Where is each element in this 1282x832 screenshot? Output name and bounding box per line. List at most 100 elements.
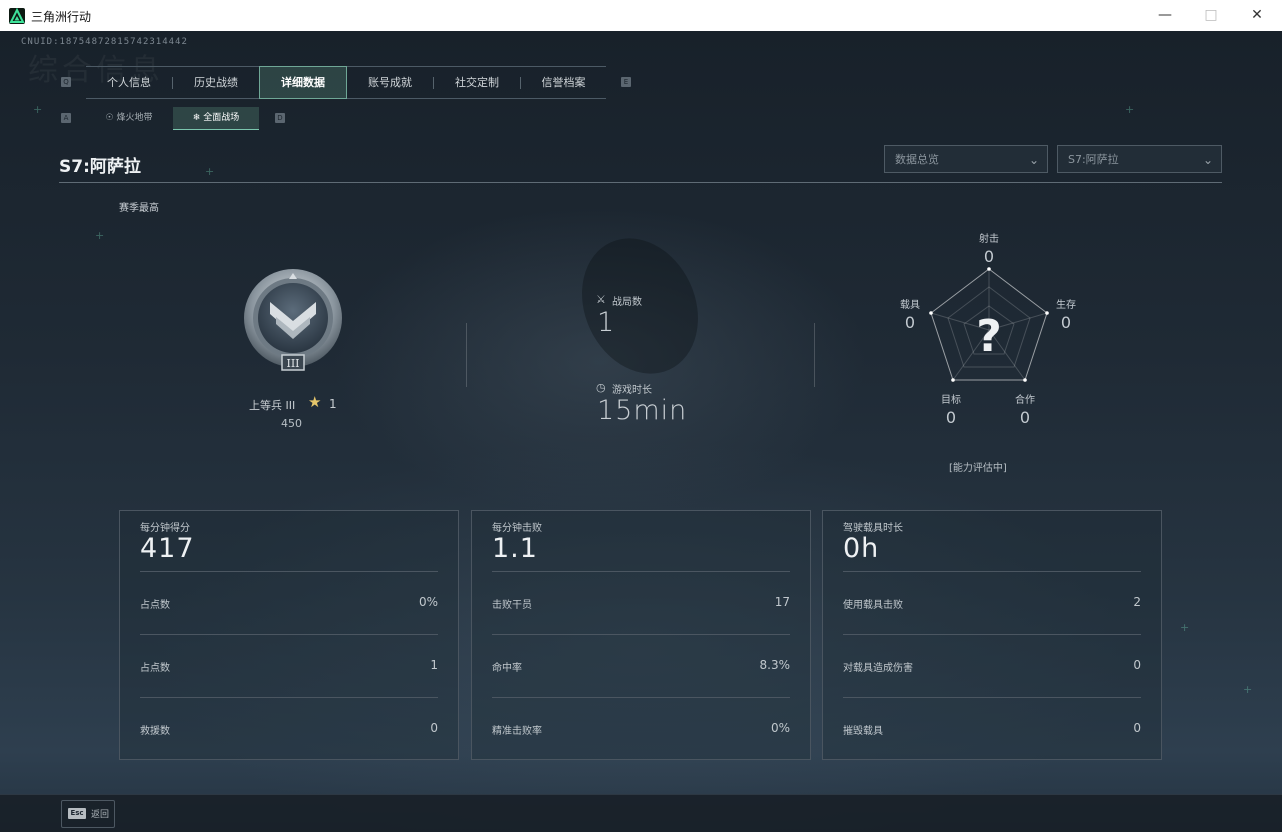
row-value: 8.3% [759, 658, 791, 672]
window-titlebar: 三角洲行动 — □ ✕ [0, 0, 1282, 32]
main-tabs: 个人信息 历史战绩 详细数据 账号成就 社交定制 信誉档案 [86, 66, 606, 99]
row-label: 精准击败率 [492, 726, 542, 737]
card-title: 每分钟击败 [492, 523, 542, 534]
bottom-bar: Esc 返回 [0, 794, 1282, 832]
row-label: 对载具造成伤害 [843, 663, 913, 674]
card-row: 救援数 0 [140, 697, 438, 761]
tab-social[interactable]: 社交定制 [434, 67, 520, 98]
card-value: 0h [843, 533, 880, 564]
clock-icon: ◷ [596, 381, 606, 394]
row-value: 0% [418, 595, 438, 609]
tab-detailed-data[interactable]: 详细数据 [259, 66, 347, 99]
tab-achievements[interactable]: 账号成就 [347, 67, 433, 98]
back-button[interactable]: Esc 返回 [61, 800, 115, 828]
minimize-button[interactable]: — [1142, 0, 1188, 31]
tab-match-history[interactable]: 历史战绩 [173, 67, 259, 98]
row-value: 0 [1133, 658, 1141, 672]
rank-badge-numeral: III [286, 357, 299, 370]
grid-plus-decor: + [1180, 621, 1190, 634]
matches-value: 1 [597, 307, 616, 338]
radar-value-objective: 0 [945, 408, 957, 427]
matches-label: 战局数 [612, 297, 642, 308]
maximize-button[interactable]: □ [1188, 0, 1234, 31]
back-label: 返回 [91, 810, 110, 820]
row-label: 占点数 [140, 600, 170, 611]
radar-status: [能力评估中] [949, 463, 1007, 474]
stat-card-vehicle: 驾驶载具时长 0h 使用载具击败 2 对载具造成伤害 0 摧毁载具 0 [822, 510, 1162, 760]
tab-prev-key: Q [61, 77, 71, 87]
radar-value-teamwork: 0 [1019, 408, 1031, 427]
chevron-down-icon: ⌄ [1028, 153, 1039, 167]
rank-score: 450 [281, 417, 302, 430]
row-label: 摧毁载具 [843, 726, 883, 737]
grid-plus-decor: + [205, 165, 215, 178]
row-label: 占点数 [140, 663, 170, 674]
row-value: 0 [430, 721, 438, 735]
view-filter-value: 数据总览 [895, 153, 939, 166]
season-title: S7:阿萨拉 [59, 157, 141, 177]
row-value: 17 [774, 595, 790, 609]
rank-badge-icon: III [242, 269, 344, 375]
row-label: 命中率 [492, 663, 522, 674]
esc-key: Esc [68, 808, 86, 819]
app-logo-icon [9, 8, 25, 24]
radar-value-survival: 0 [1060, 313, 1072, 332]
ability-radar-chart: ? [929, 267, 1049, 382]
season-filter-value: S7:阿萨拉 [1068, 153, 1119, 166]
stat-card-kills: 每分钟击败 1.1 击败干员 17 命中率 8.3% 精准击败率 0% [471, 510, 811, 760]
fire-zone-icon: ☉ [105, 113, 114, 123]
chevron-down-icon: ⌄ [1202, 153, 1213, 167]
card-row: 占点数 1 [140, 634, 438, 698]
subtab-fire-zone[interactable]: ☉ 烽火地带 [86, 107, 172, 129]
card-title: 每分钟得分 [140, 523, 190, 534]
subtab-battlefield[interactable]: ❄ 全面战场 [173, 107, 259, 130]
card-row: 使用载具击败 2 [843, 571, 1141, 635]
player-uid: CNUID:18754872815742314442 [21, 37, 188, 47]
row-label: 使用载具击败 [843, 600, 903, 611]
card-row: 击败干员 17 [492, 571, 790, 635]
tab-personal-info[interactable]: 个人信息 [86, 67, 172, 98]
row-label: 救援数 [140, 726, 170, 737]
grid-plus-decor: + [1243, 683, 1253, 696]
card-row: 占点数 0% [140, 571, 438, 635]
playtime-label: 游戏时长 [612, 385, 652, 396]
card-value: 417 [140, 533, 195, 564]
radar-label-objective: 目标 [941, 395, 961, 406]
row-value: 0% [770, 721, 790, 735]
subtab-battlefield-label: 全面战场 [203, 113, 240, 123]
card-value: 1.1 [492, 533, 538, 564]
grid-plus-decor: + [95, 229, 105, 242]
rank-star-count: 1 [329, 397, 337, 411]
grid-plus-decor: + [33, 103, 43, 116]
radar-label-vehicle: 载具 [900, 300, 920, 311]
subtab-fire-zone-label: 烽火地带 [116, 113, 153, 123]
vertical-divider [466, 323, 467, 387]
playtime-value: 15min [597, 395, 688, 426]
radar-label-shooting: 射击 [979, 234, 999, 245]
radar-center-mark: ? [976, 311, 1002, 362]
row-value: 2 [1133, 595, 1141, 609]
radar-value-vehicle: 0 [904, 313, 916, 332]
grid-plus-decor: + [1125, 103, 1135, 116]
star-icon: ★ [308, 393, 322, 411]
vertical-divider [814, 323, 815, 387]
radar-label-survival: 生存 [1056, 300, 1076, 311]
rank-name: 上等兵 III [249, 399, 296, 412]
subtab-next-key: D [275, 113, 285, 123]
row-value: 0 [1133, 721, 1141, 735]
season-filter-dropdown[interactable]: S7:阿萨拉 ⌄ [1057, 145, 1222, 173]
card-title: 驾驶载具时长 [843, 523, 903, 534]
view-filter-dropdown[interactable]: 数据总览 ⌄ [884, 145, 1048, 173]
crossed-swords-icon: ⚔ [596, 293, 606, 306]
card-row: 摧毁载具 0 [843, 697, 1141, 761]
battlefield-icon: ❄ [192, 113, 201, 123]
card-row: 命中率 8.3% [492, 634, 790, 698]
app-content: 综合信息 + + + + + + CNUID:18754872815742314… [0, 31, 1282, 832]
row-label: 击败干员 [492, 600, 532, 611]
close-button[interactable]: ✕ [1234, 0, 1280, 31]
tab-credit[interactable]: 信誉档案 [521, 67, 606, 98]
row-value: 1 [430, 658, 438, 672]
window-title: 三角洲行动 [31, 10, 92, 24]
card-row: 精准击败率 0% [492, 697, 790, 761]
subtab-prev-key: A [61, 113, 71, 123]
